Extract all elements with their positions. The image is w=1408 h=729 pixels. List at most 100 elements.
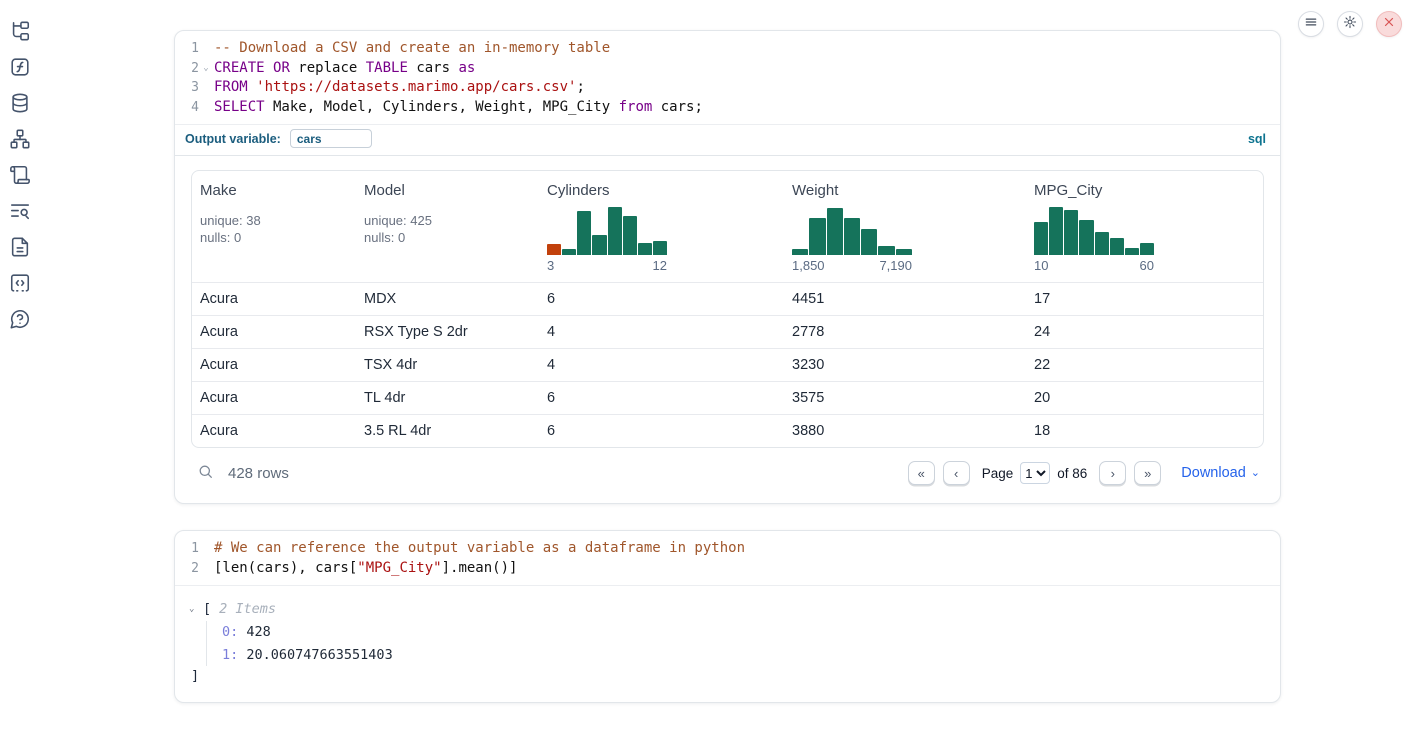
histogram-axis: 3 12 xyxy=(547,258,667,273)
table-cell: 3.5 RL 4dr xyxy=(356,423,539,439)
code-token: 'https://datasets.marimo.app/cars.csv' xyxy=(256,79,576,95)
code-line: 3FROM 'https://datasets.marimo.app/cars.… xyxy=(175,78,1280,98)
table-cell: 4 xyxy=(539,357,784,373)
search-icon[interactable] xyxy=(197,463,214,484)
code-text: -- Download a CSV and create an in-memor… xyxy=(213,39,610,59)
help-circle-icon xyxy=(9,317,31,334)
download-button[interactable]: Download ⌄ xyxy=(1181,465,1260,481)
sidebar-item-help[interactable] xyxy=(9,308,31,330)
first-page-button[interactable]: « xyxy=(908,461,935,485)
python-code-editor[interactable]: 1 # We can reference the output variable … xyxy=(175,531,1280,586)
menu-button[interactable] xyxy=(1298,11,1324,37)
code-text: FROM 'https://datasets.marimo.app/cars.c… xyxy=(213,78,585,98)
table-cell: 2778 xyxy=(784,324,1026,340)
code-token: [len(cars), cars[ xyxy=(214,560,357,576)
code-token: FROM xyxy=(214,79,248,95)
sidebar-item-variables[interactable] xyxy=(9,56,31,78)
code-line: 2[len(cars), cars["MPG_City"].mean()] xyxy=(175,559,1280,579)
sidebar-item-documentation[interactable] xyxy=(9,236,31,258)
sql-code-editor[interactable]: 1-- Download a CSV and create an in-memo… xyxy=(175,31,1280,125)
entry-index: 0: xyxy=(222,624,238,640)
sidebar-item-dependency-graph[interactable] xyxy=(9,128,31,150)
code-token: CREATE xyxy=(214,60,265,76)
table-cell: MDX xyxy=(356,291,539,307)
histogram-bar xyxy=(1049,207,1063,255)
output-variable-input[interactable] xyxy=(290,129,372,148)
code-token xyxy=(265,60,273,76)
histogram-bar xyxy=(547,244,561,255)
column-title: Cylinders xyxy=(547,182,784,199)
settings-button[interactable] xyxy=(1337,11,1363,37)
code-token: cars; xyxy=(652,99,703,115)
code-line: 1-- Download a CSV and create an in-memo… xyxy=(175,39,1280,59)
histogram-bar xyxy=(623,216,637,255)
network-icon xyxy=(9,137,31,154)
download-label: Download xyxy=(1181,465,1246,481)
histogram-axis: 1,850 7,190 xyxy=(792,258,912,273)
histogram-bar xyxy=(1140,243,1154,255)
code-token: SELECT xyxy=(214,99,265,115)
open-bracket: [ xyxy=(203,599,211,619)
code-token: as xyxy=(458,60,475,76)
histogram-bar xyxy=(896,249,912,255)
data-table: Make unique: 38 nulls: 0 Model unique: 4… xyxy=(191,170,1264,448)
stat-unique: unique: 425 xyxy=(364,212,539,229)
items-count-label: 2 Items xyxy=(219,599,276,619)
fold-gutter xyxy=(199,559,213,579)
table-cell: 4 xyxy=(539,324,784,340)
output-variable-label: Output variable: xyxy=(185,132,281,146)
sidebar-item-file-explorer[interactable] xyxy=(9,20,31,42)
table-row: Acura3.5 RL 4dr6388018 xyxy=(192,414,1263,447)
row-count-label: 428 rows xyxy=(228,465,289,482)
table-cell: 6 xyxy=(539,423,784,439)
fold-chevron-icon[interactable]: ⌄ xyxy=(199,59,213,79)
histogram-bars xyxy=(792,207,912,255)
column-title: Make xyxy=(200,182,356,199)
sidebar-item-datasources[interactable] xyxy=(9,92,31,114)
sidebar-item-logs[interactable] xyxy=(9,200,31,222)
column-header-mpg-city: MPG_City 10 60 xyxy=(1026,182,1263,273)
table-cell: 22 xyxy=(1026,357,1263,373)
column-title: Weight xyxy=(792,182,1026,199)
last-page-button[interactable]: » xyxy=(1134,461,1161,485)
column-stats: unique: 425 nulls: 0 xyxy=(364,212,539,246)
line-number: 2 xyxy=(175,59,199,79)
code-token: # We can reference the output variable a… xyxy=(214,540,745,556)
code-token: ; xyxy=(576,79,584,95)
sidebar-item-scratchpad[interactable] xyxy=(9,164,31,186)
table-cell: 3230 xyxy=(784,357,1026,373)
histogram-bars xyxy=(1034,207,1154,255)
code-token xyxy=(248,79,256,95)
table-body: AcuraMDX6445117AcuraRSX Type S 2dr427782… xyxy=(192,282,1263,447)
stat-nulls: nulls: 0 xyxy=(200,229,356,246)
prev-page-button[interactable]: ‹ xyxy=(943,461,970,485)
tree-head: ⌄ [ 2 Items xyxy=(189,599,1264,619)
table-footer: 428 rows « ‹ Page 1 of 86 › » Download ⌄ xyxy=(191,448,1264,491)
table-cell: 3880 xyxy=(784,423,1026,439)
histogram-bar xyxy=(878,246,894,255)
code-line: 1 # We can reference the output variable … xyxy=(175,539,1280,559)
function-square-icon xyxy=(9,65,31,82)
table-cell: Acura xyxy=(192,324,356,340)
table-cell: Acura xyxy=(192,390,356,406)
python-cell: 1 # We can reference the output variable … xyxy=(174,530,1281,703)
sql-cell: 1 -- Download a CSV and create an in-memo… xyxy=(174,30,1281,504)
histogram-bar xyxy=(1095,232,1109,255)
tree-entry: 0: 428 xyxy=(222,621,1264,644)
page-select[interactable]: 1 xyxy=(1020,462,1050,484)
axis-min-label: 3 xyxy=(547,258,554,273)
sidebar-item-snippets[interactable] xyxy=(9,272,31,294)
entry-value: 428 xyxy=(238,624,271,640)
next-page-button[interactable]: › xyxy=(1099,461,1126,485)
shutdown-button[interactable] xyxy=(1376,11,1402,37)
line-number: 1 xyxy=(175,539,199,559)
table-cell: Acura xyxy=(192,423,356,439)
axis-min-label: 10 xyxy=(1034,258,1048,273)
gear-icon xyxy=(1343,15,1357,34)
code-token: from xyxy=(619,99,653,115)
table-cell: 20 xyxy=(1026,390,1263,406)
file-tree-icon xyxy=(9,29,31,46)
code-token: -- Download a CSV and create an in-memor… xyxy=(214,40,610,56)
cylinders-histogram: 3 12 xyxy=(547,207,667,273)
collapse-toggle-icon[interactable]: ⌄ xyxy=(189,599,201,619)
